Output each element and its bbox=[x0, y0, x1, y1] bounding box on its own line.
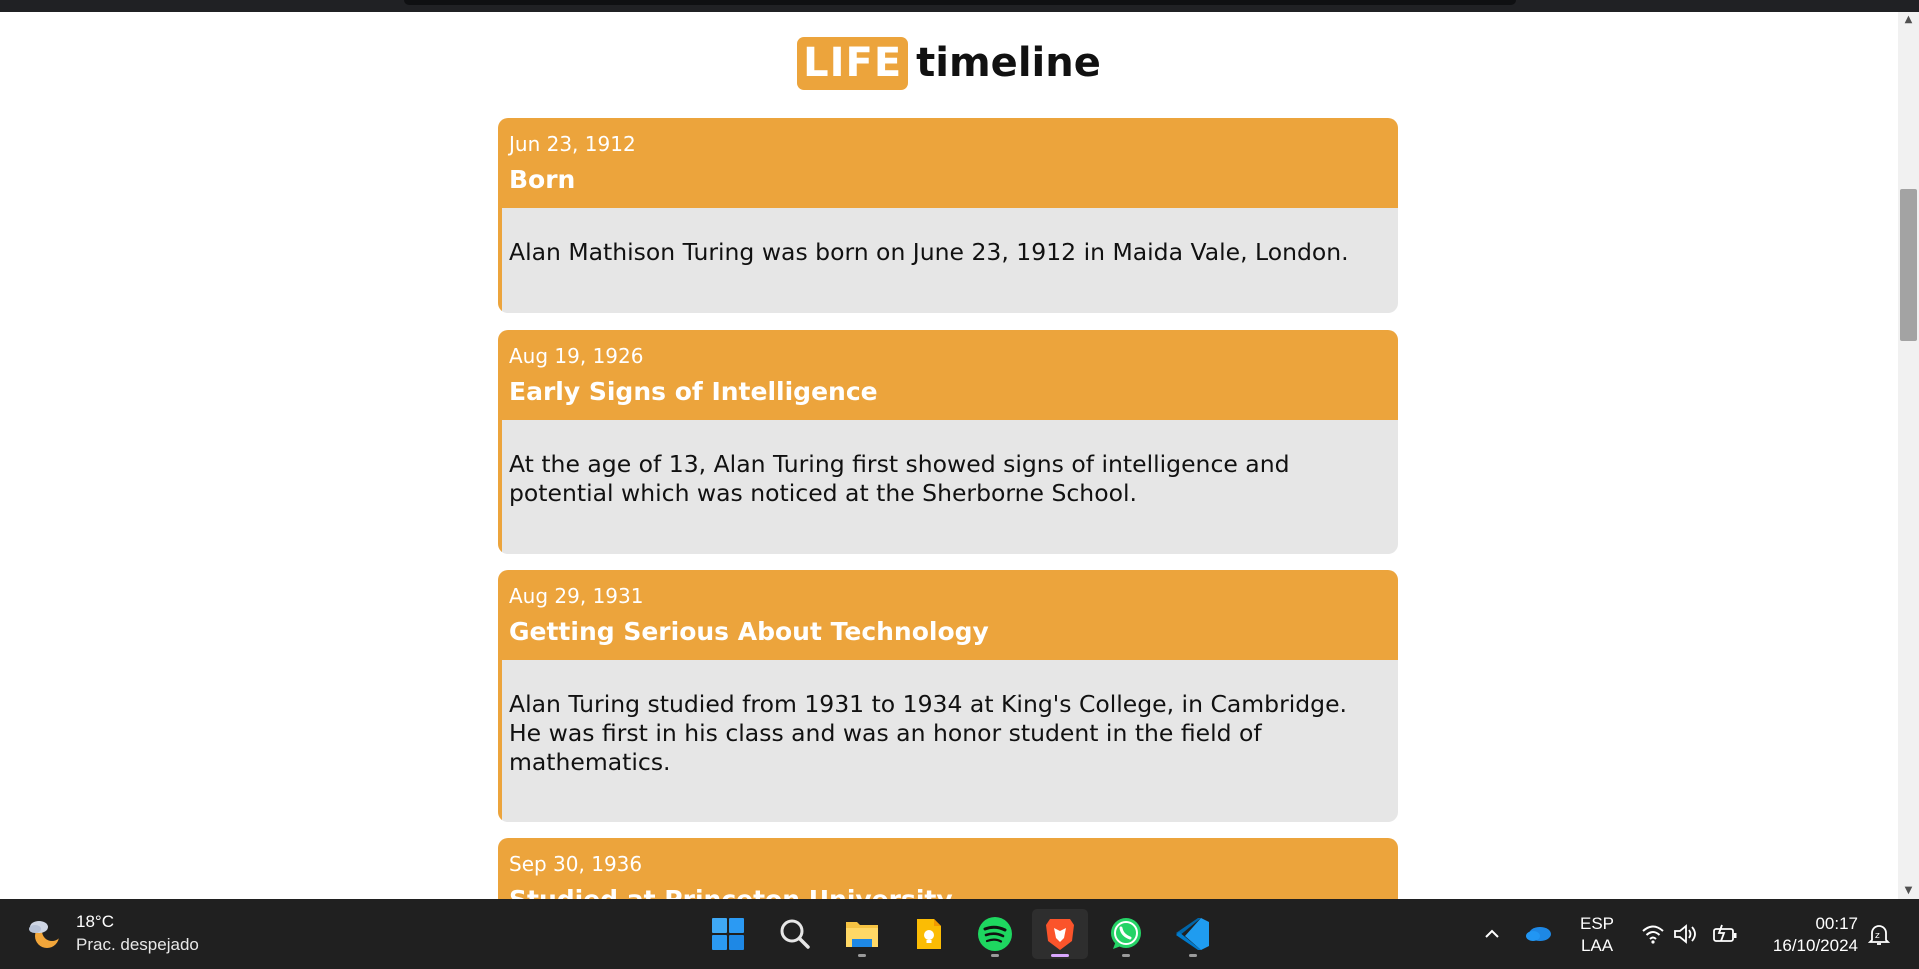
search-icon bbox=[780, 919, 810, 949]
whatsapp-icon bbox=[1111, 918, 1141, 949]
volume-icon[interactable] bbox=[1673, 923, 1699, 945]
spotify-button[interactable] bbox=[967, 909, 1023, 959]
address-bar-edge bbox=[404, 0, 1516, 5]
page-viewport: LIFE timeline Jun 23, 1912 Born Alan Math… bbox=[0, 12, 1898, 899]
clock-date: 16/10/2024 bbox=[1772, 936, 1858, 955]
scrollbar-thumb[interactable] bbox=[1900, 189, 1917, 341]
card-date: Aug 29, 1931 bbox=[509, 584, 644, 608]
running-indicator bbox=[991, 954, 999, 957]
brave-icon bbox=[1046, 919, 1074, 950]
card-event: Early Signs of Intelligence bbox=[509, 377, 878, 406]
timeline-card: Sep 30, 1936 Studied at Princeton Univer… bbox=[498, 838, 1398, 899]
moon-cloud-icon bbox=[29, 921, 62, 948]
title-text: timeline bbox=[916, 40, 1101, 86]
taskbar: 18°C Prac. despejado ESP LAA 00:17 16/10… bbox=[0, 899, 1919, 969]
wifi-icon[interactable] bbox=[1641, 923, 1665, 945]
whatsapp-button[interactable] bbox=[1098, 909, 1154, 959]
clock[interactable]: 00:17 16/10/2024 bbox=[1750, 913, 1858, 957]
running-indicator bbox=[1051, 954, 1069, 957]
card-header: Aug 19, 1926 Early Signs of Intelligence bbox=[498, 330, 1398, 420]
browser-top-bar bbox=[0, 0, 1919, 12]
card-description: Alan Mathison Turing was born on June 23… bbox=[498, 208, 1398, 313]
card-header: Sep 30, 1936 Studied at Princeton Univer… bbox=[498, 838, 1398, 899]
brave-button[interactable] bbox=[1032, 909, 1088, 959]
card-header: Aug 29, 1931 Getting Serious About Techn… bbox=[498, 570, 1398, 660]
card-header: Jun 23, 1912 Born bbox=[498, 118, 1398, 208]
start-button[interactable] bbox=[700, 909, 756, 959]
language-indicator[interactable]: ESP LAA bbox=[1580, 913, 1614, 957]
vscode-icon bbox=[1176, 918, 1209, 950]
language-code: ESP bbox=[1580, 914, 1615, 933]
timeline-card: Jun 23, 1912 Born Alan Mathison Turing w… bbox=[498, 118, 1398, 313]
spotify-icon bbox=[978, 917, 1012, 951]
keep-button[interactable] bbox=[901, 909, 957, 959]
notification-bell-icon[interactable]: z bbox=[1868, 923, 1890, 947]
weather-temperature: 18°C bbox=[76, 912, 114, 931]
timeline-card: Aug 19, 1926 Early Signs of Intelligence… bbox=[498, 330, 1398, 554]
card-description: At the age of 13, Alan Turing first show… bbox=[498, 420, 1398, 554]
weather-description: Prac. despejado bbox=[76, 935, 199, 954]
card-event: Studied at Princeton University bbox=[509, 885, 1387, 899]
card-date: Sep 30, 1936 bbox=[509, 852, 643, 876]
card-event: Getting Serious About Technology bbox=[509, 617, 989, 646]
title-badge: LIFE bbox=[797, 37, 909, 90]
folder-icon bbox=[846, 922, 878, 947]
note-icon bbox=[917, 919, 941, 949]
card-date: Aug 19, 1926 bbox=[509, 344, 644, 368]
scroll-up-arrow-icon[interactable]: ▲ bbox=[1898, 12, 1919, 28]
card-date: Jun 23, 1912 bbox=[509, 132, 636, 156]
windows-icon bbox=[712, 918, 744, 950]
running-indicator bbox=[1189, 954, 1197, 957]
timeline-card: Aug 29, 1931 Getting Serious About Techn… bbox=[498, 570, 1398, 822]
vertical-scrollbar[interactable]: ▲ ▼ bbox=[1898, 12, 1919, 899]
chevron-up-icon[interactable] bbox=[1483, 925, 1501, 943]
search-button[interactable] bbox=[767, 909, 823, 959]
card-event: Born bbox=[509, 165, 576, 194]
vscode-button[interactable] bbox=[1165, 909, 1221, 959]
svg-text:z: z bbox=[1875, 931, 1880, 941]
card-description: Alan Turing studied from 1931 to 1934 at… bbox=[498, 660, 1398, 822]
file-explorer-button[interactable] bbox=[834, 909, 890, 959]
scroll-down-arrow-icon[interactable]: ▼ bbox=[1898, 883, 1919, 899]
keyboard-layout: LAA bbox=[1580, 936, 1614, 955]
clock-time: 00:17 bbox=[1815, 914, 1858, 933]
onedrive-cloud-icon[interactable] bbox=[1525, 923, 1553, 943]
battery-charging-icon[interactable] bbox=[1712, 923, 1738, 945]
running-indicator bbox=[858, 954, 866, 957]
running-indicator bbox=[1122, 954, 1130, 957]
page-title: LIFE timeline bbox=[0, 37, 1898, 90]
